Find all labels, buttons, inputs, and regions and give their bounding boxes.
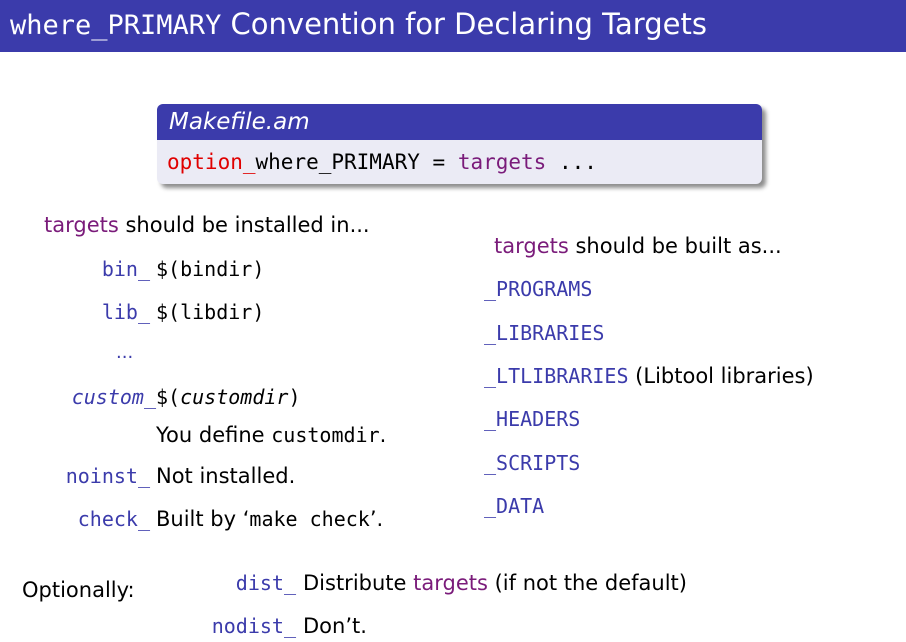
primary-libraries-wrap: _LIBRARIES — [484, 320, 604, 346]
custom-note-code: customdir — [271, 423, 380, 447]
dist-key-wrap: dist_ — [150, 570, 296, 596]
primary-ltlibraries-wrap: _LTLIBRARIES (Libtool libraries) — [484, 363, 814, 389]
nodist-key-wrap: nodist_ — [150, 613, 296, 639]
code-block-filename: Makefile.am — [157, 104, 762, 140]
optionally-label: Optionally: — [22, 578, 135, 602]
code-line: option_where_PRIMARY = targets ... — [157, 140, 762, 184]
dist-post: (if not the default) — [487, 571, 687, 595]
check-key-wrap: check_ — [10, 506, 150, 532]
primary-programs-wrap: _PROGRAMS — [484, 276, 592, 302]
primary-programs: _PROGRAMS — [484, 277, 593, 301]
dist-targets: targets — [413, 571, 488, 595]
built-heading: targets should be built as... — [494, 233, 782, 259]
check-val-pre: Built by ‘ — [156, 507, 250, 531]
lib-key: lib_ — [101, 300, 150, 324]
title-bar: where_PRIMARY Convention for Declaring T… — [0, 0, 906, 52]
custom-note: You define customdir. — [156, 422, 386, 448]
custom-key-wrap: custom_ — [10, 384, 156, 410]
check-val-code: make check — [249, 507, 370, 531]
bin-key-wrap: bin_ — [40, 256, 150, 282]
code-equals: = — [419, 150, 458, 174]
primary-libraries: _LIBRARIES — [484, 321, 605, 345]
primary-scripts: _SCRIPTS — [484, 451, 581, 475]
built-heading-targets: targets — [494, 234, 569, 258]
title-prefix: where_PRIMARY — [10, 10, 222, 41]
code-where-primary: where_PRIMARY — [255, 150, 420, 174]
dist-key: dist_ — [235, 571, 296, 595]
nodist-key: nodist_ — [211, 614, 296, 638]
primary-headers: _HEADERS — [484, 407, 581, 431]
custom-key: custom_ — [71, 385, 156, 409]
primary-ltlibraries: _LTLIBRARIES — [484, 364, 629, 388]
noinst-key: noinst_ — [65, 464, 150, 488]
dist-val: Distribute targets (if not the default) — [303, 570, 687, 596]
lib-val-wrap: $(libdir) — [156, 299, 264, 325]
custom-note-pre: You define — [156, 423, 272, 447]
install-heading: targets should be installed in... — [44, 212, 370, 238]
page-title: where_PRIMARY Convention for Declaring T… — [10, 4, 707, 46]
code-ellipsis: ... — [546, 150, 597, 174]
dist-pre: Distribute — [303, 571, 414, 595]
custom-val-var: customdir — [180, 385, 289, 409]
bin-val: $(bindir) — [156, 257, 265, 281]
makefile-code-block: Makefile.am option_where_PRIMARY = targe… — [157, 104, 762, 184]
custom-val-wrap: $(customdir) — [156, 384, 301, 410]
primary-headers-wrap: _HEADERS — [484, 406, 580, 432]
primary-scripts-wrap: _SCRIPTS — [484, 450, 580, 476]
nodist-val: Don’t. — [303, 614, 367, 638]
noinst-val: Not installed. — [156, 464, 296, 488]
bin-key: bin_ — [101, 257, 150, 281]
install-heading-rest: should be installed in... — [118, 213, 370, 237]
lib-key-wrap: lib_ — [40, 299, 150, 325]
install-dots: ... — [116, 342, 134, 363]
check-val: Built by ‘make check’. — [156, 506, 383, 532]
custom-note-post: . — [379, 423, 387, 447]
bin-val-wrap: $(bindir) — [156, 256, 264, 282]
ltlib-note: (Libtool libraries) — [628, 364, 814, 388]
primary-data-wrap: _DATA — [484, 493, 544, 519]
check-val-post: ’. — [369, 507, 384, 531]
install-heading-targets: targets — [44, 213, 119, 237]
primary-data: _DATA — [484, 494, 545, 518]
check-key: check_ — [77, 507, 150, 531]
title-rest: Convention for Declaring Targets — [221, 7, 707, 41]
lib-val: $(libdir) — [156, 300, 265, 324]
code-targets: targets — [457, 150, 547, 174]
built-heading-rest: should be built as... — [568, 234, 782, 258]
custom-val-open: $( — [156, 385, 181, 409]
code-option: option_ — [167, 150, 256, 174]
noinst-key-wrap: noinst_ — [10, 463, 150, 489]
custom-val-close: ) — [288, 385, 301, 409]
